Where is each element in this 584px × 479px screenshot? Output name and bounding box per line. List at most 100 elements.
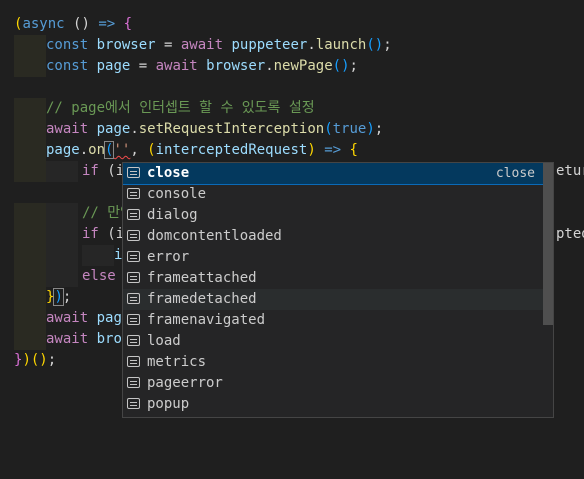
parens: ()	[366, 37, 384, 53]
semicolon: ;	[349, 58, 358, 74]
suggest-item-label: close	[147, 165, 190, 181]
code-fragment: (i	[98, 226, 125, 242]
suggest-item-framenavigated[interactable]: framenavigated	[123, 310, 543, 331]
suggest-item-label: framenavigated	[147, 312, 266, 328]
suggest-item-domcontentloaded[interactable]: domcontentloaded	[123, 226, 543, 247]
code-fragment: pted	[556, 226, 584, 242]
suggest-item-label: popup	[147, 396, 190, 412]
parens: ()	[332, 58, 350, 74]
keyword: await	[46, 121, 89, 137]
indent-guide	[14, 161, 46, 182]
suggest-item-label: dialog	[147, 207, 198, 223]
keyword: async	[22, 16, 65, 32]
variable: page	[88, 58, 139, 74]
string-literal[interactable]: ''	[113, 142, 130, 158]
suggest-item-label: load	[147, 333, 181, 349]
suggest-item-label: metrics	[147, 354, 207, 370]
indent-guide	[46, 245, 78, 266]
paren: )	[307, 142, 316, 158]
code-fragment: etur	[556, 163, 584, 179]
code-line-8: if (i	[82, 161, 124, 182]
code-line-1: (async () => {	[14, 14, 132, 35]
keyword: const	[46, 58, 89, 74]
text-lines-icon	[127, 251, 140, 262]
code-line-2: const browser = await puppeteer.launch()…	[46, 35, 392, 56]
suggest-item-pageerror[interactable]: pageerror	[123, 373, 543, 394]
suggest-item-popup[interactable]: popup	[123, 394, 543, 415]
suggest-item-dialog[interactable]: dialog	[123, 205, 543, 226]
variable: puppeteer	[223, 37, 308, 53]
indent-guide	[14, 245, 46, 266]
variable: browser	[88, 37, 165, 53]
text-lines-icon	[127, 356, 140, 367]
variable: page	[46, 142, 80, 158]
indent-guide	[14, 119, 46, 140]
text-lines-icon	[127, 398, 140, 409]
keyword: await	[155, 58, 198, 74]
boolean: true	[332, 121, 367, 137]
semicolon: ;	[47, 352, 57, 368]
suggest-widget[interactable]: close close console dialog domcontentloaded e…	[122, 162, 554, 418]
function: on	[88, 142, 106, 158]
keyword: if	[82, 163, 99, 179]
function: launch	[315, 37, 367, 53]
suggest-item-metrics[interactable]: metrics	[123, 352, 543, 373]
indent-guide	[82, 245, 114, 266]
dot: .	[307, 37, 316, 53]
keyword: await	[46, 310, 89, 326]
suggest-item-label: framedetached	[147, 291, 257, 307]
paren: (	[147, 142, 156, 158]
indent-guide	[14, 308, 46, 329]
code-fragment: pag	[88, 310, 122, 326]
text-lines-icon	[127, 377, 140, 388]
semicolon: ;	[62, 289, 72, 305]
indent-guide	[14, 35, 46, 56]
code-editor[interactable]: (async () => { const browser = await pup…	[0, 0, 584, 479]
suggest-item-error[interactable]: error	[123, 247, 543, 268]
operator: =	[138, 58, 156, 74]
suggest-item-label: frameattached	[147, 270, 257, 286]
suggest-item-label: console	[147, 186, 207, 202]
suggest-item-console[interactable]: console	[123, 184, 543, 205]
suggest-item-framedetached[interactable]: framedetached	[123, 289, 543, 310]
indent-guide	[14, 266, 46, 287]
code-line-7: page.on('', (interceptedRequest) => {	[46, 140, 358, 161]
suggest-item-close[interactable]: close close	[123, 163, 544, 185]
code-line-3: const page = await browser.newPage();	[46, 56, 358, 77]
function: newPage	[273, 58, 333, 74]
text-lines-icon	[127, 209, 140, 220]
parens: ()	[30, 352, 48, 368]
text-lines-icon	[127, 293, 140, 304]
indent-guide	[14, 140, 46, 161]
suggest-item-label: error	[147, 249, 190, 265]
suggest-item-detail: close	[495, 166, 535, 181]
code-line-15: await pag	[46, 308, 122, 329]
code-comment: // page에서 인터셉트 할 수 있도록 설정	[46, 100, 315, 116]
variable: page	[88, 121, 131, 137]
keyword: if	[82, 226, 99, 242]
comma: ,	[130, 142, 148, 158]
code-line-14: });	[46, 287, 71, 308]
paren: )	[53, 288, 64, 306]
params: ()	[64, 16, 99, 32]
code-line-11: if (i	[82, 224, 124, 245]
suggest-item-load[interactable]: load	[123, 331, 543, 352]
dot: .	[130, 121, 139, 137]
paren: )	[366, 121, 375, 137]
suggest-item-frameattached[interactable]: frameattached	[123, 268, 543, 289]
keyword: const	[46, 37, 89, 53]
indent-guide	[14, 224, 46, 245]
keyword: await	[46, 331, 89, 347]
indent-guide	[46, 203, 78, 224]
variable: browser	[197, 58, 266, 74]
code-fragment: (i	[98, 163, 125, 179]
suggest-item-label: domcontentloaded	[147, 228, 282, 244]
text-lines-icon	[127, 314, 140, 325]
function: setRequestInterception	[138, 121, 325, 137]
code-line-17: })();	[14, 350, 56, 371]
parameter: interceptedRequest	[155, 142, 308, 158]
paren: )	[22, 352, 31, 368]
indent-guide	[14, 203, 46, 224]
indent-guide	[14, 329, 46, 350]
suggest-scrollbar[interactable]	[543, 163, 553, 325]
